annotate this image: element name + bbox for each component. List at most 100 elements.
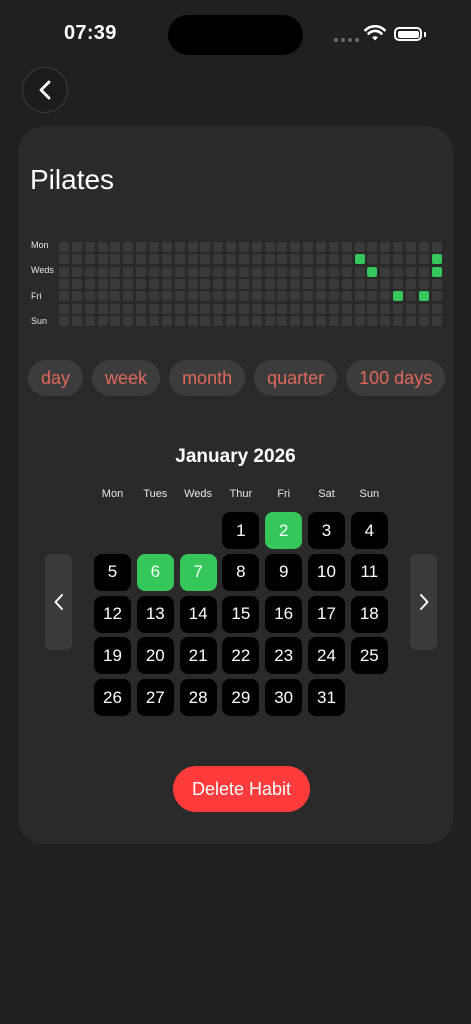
calendar-day[interactable]: 20 [136,637,174,675]
delete-habit-button[interactable]: Delete Habit [173,766,310,812]
heatmap-cell [393,315,404,326]
heatmap-cell [341,242,352,252]
calendar-day[interactable]: 7 [179,553,217,591]
heatmap-cell [277,278,288,289]
heatmap-cell [71,291,82,302]
heatmap-cell [187,266,198,277]
next-month-button[interactable] [410,554,437,650]
heatmap-cell [328,315,339,326]
heatmap-cell [251,278,262,289]
heatmap-cell [277,254,288,265]
heatmap-cell [71,303,82,314]
heatmap-cell [213,266,224,277]
heatmap-cell [161,303,172,314]
heatmap-cell [354,291,365,302]
calendar-day[interactable]: 6 [136,553,174,591]
heatmap-cell [174,254,185,265]
heatmap-cell [148,254,159,265]
calendar-day[interactable]: 21 [179,637,217,675]
heatmap-cell [110,254,121,265]
heatmap-cell [264,291,275,302]
heatmap-cell [84,242,95,252]
chevron-left-icon [54,594,63,610]
heatmap-cell [187,254,198,265]
calendar-day[interactable]: 12 [94,595,131,633]
calendar-day[interactable]: 5 [94,553,131,591]
heatmap-cell [110,291,121,302]
heatmap-cell [341,254,352,265]
heatmap-cell [59,242,69,252]
calendar-day[interactable]: 31 [308,679,345,717]
calendar-day[interactable]: 28 [179,679,217,717]
back-button[interactable] [22,67,68,113]
heatmap-cell [71,278,82,289]
heatmap-cell [367,315,378,326]
calendar-day[interactable]: 11 [350,553,388,591]
heatmap-cell [405,254,416,265]
heatmap-cell [123,242,134,252]
period-selector: day week month quarter 100 days [28,360,446,396]
heatmap-cell [213,278,224,289]
heatmap-cell [380,303,391,314]
heatmap-cell [187,315,198,326]
calendar-day[interactable]: 19 [94,637,131,675]
heatmap-cell [148,291,159,302]
heatmap-cell [367,303,378,314]
calendar-day[interactable]: 10 [308,553,345,591]
calendar-day[interactable]: 29 [222,679,260,717]
period-chip-day[interactable]: day [28,360,84,396]
period-chip-week[interactable]: week [92,360,161,396]
period-chip-quarter[interactable]: quarter [254,360,338,396]
heatmap-cell [393,278,404,289]
calendar-day[interactable]: 1 [222,512,260,549]
heatmap-label-mon: Mon [31,240,49,250]
calendar-day[interactable]: 2 [265,512,303,549]
heatmap-cell [97,254,108,265]
calendar-grid: 1 2 3 4 5 6 7 8 9 10 11 12 13 14 15 16 17 18 19 20 21 22 23 24 2… [94,512,394,717]
heatmap-cell [187,303,198,314]
calendar-day[interactable]: 26 [94,679,131,717]
previous-month-button[interactable] [45,554,72,650]
calendar-day[interactable]: 30 [265,679,303,717]
calendar-day[interactable]: 17 [308,595,345,633]
heatmap-cell [380,291,391,302]
heatmap-cell [316,266,326,277]
heatmap-cell [405,278,416,289]
calendar-month-title: January 2026 [175,446,296,467]
calendar-day[interactable]: 13 [136,595,174,633]
calendar-day[interactable]: 14 [179,595,217,633]
calendar-day[interactable]: 24 [308,637,345,675]
calendar-day[interactable]: 27 [136,679,174,717]
calendar-day[interactable]: 23 [265,637,303,675]
calendar-day[interactable]: 3 [308,512,345,549]
calendar-day[interactable]: 8 [222,553,260,591]
heatmap-cell [97,278,108,289]
heatmap-cell [328,303,339,314]
heatmap-cell [226,254,237,265]
heatmap-cell [136,315,147,326]
period-chip-100-days[interactable]: 100 days [346,360,446,396]
heatmap-cell [71,242,82,252]
calendar-day[interactable]: 25 [350,637,388,675]
heatmap-cell [405,291,416,302]
heatmap-cell [380,315,391,326]
status-bar: 07:39 [0,0,471,60]
heatmap-cell [354,266,365,277]
calendar-day[interactable]: 22 [222,637,260,675]
heatmap-cell [354,254,365,265]
calendar-day[interactable]: 18 [350,595,388,633]
calendar-day[interactable]: 15 [222,595,260,633]
heatmap-cell [251,242,262,252]
calendar-day[interactable]: 9 [265,553,303,591]
calendar-day[interactable]: 4 [350,512,388,549]
heatmap-cell [251,291,262,302]
heatmap-cell [290,266,301,277]
heatmap-cell [110,242,121,252]
habit-heatmap [59,242,442,326]
heatmap-cell [290,291,301,302]
heatmap-cell [174,242,185,252]
calendar-day[interactable]: 16 [265,595,303,633]
heatmap-cell [59,278,69,289]
heatmap-cell [431,315,442,326]
period-chip-month[interactable]: month [169,360,246,396]
